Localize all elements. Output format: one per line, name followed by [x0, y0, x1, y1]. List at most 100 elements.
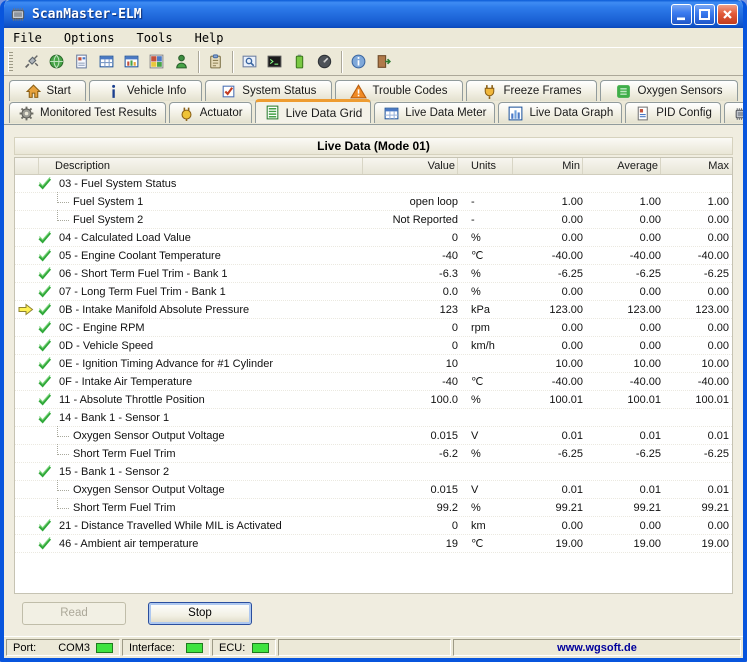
- toolbar-gripper[interactable]: [8, 52, 13, 72]
- row-min: 0.00: [513, 232, 583, 244]
- check-icon: [36, 266, 53, 281]
- toolbar-globe-button[interactable]: [44, 49, 69, 74]
- table-row[interactable]: 11 - Absolute Throttle Position 100.0 % …: [15, 391, 732, 409]
- tab-monitored-test-results[interactable]: Monitored Test Results: [9, 102, 166, 123]
- col-max[interactable]: Max: [661, 158, 732, 174]
- terminal-icon: [266, 53, 283, 70]
- row-value: 100.0: [363, 394, 458, 406]
- table-row[interactable]: Oxygen Sensor Output Voltage 0.015 V 0.0…: [15, 427, 732, 445]
- toolbar-info-button[interactable]: [346, 49, 371, 74]
- toolbar-app-colors-button[interactable]: [144, 49, 169, 74]
- report-icon: [73, 53, 90, 70]
- col-value[interactable]: Value: [363, 158, 458, 174]
- live-meter-icon: [383, 105, 400, 122]
- row-min: -6.25: [513, 448, 583, 460]
- tab-oxygen-sensors[interactable]: Oxygen Sensors: [600, 80, 738, 101]
- toolbar-report-button[interactable]: [69, 49, 94, 74]
- menu-tools[interactable]: Tools: [133, 30, 175, 46]
- table-row[interactable]: 0E - Ignition Timing Advance for #1 Cyli…: [15, 355, 732, 373]
- row-units: km/h: [458, 340, 513, 352]
- table-row[interactable]: 21 - Distance Travelled While MIL is Act…: [15, 517, 732, 535]
- row-description: 21 - Distance Travelled While MIL is Act…: [59, 520, 282, 532]
- tab-freeze-frames[interactable]: Freeze Frames: [466, 80, 597, 101]
- tab-live-data-grid[interactable]: Live Data Grid: [255, 99, 372, 123]
- table-row[interactable]: Fuel System 2 Not Reported - 0.00 0.00 0…: [15, 211, 732, 229]
- title-bar: ScanMaster-ELM: [4, 0, 743, 28]
- toolbar-chart-button[interactable]: [119, 49, 144, 74]
- row-units: -: [458, 214, 513, 226]
- tab-bar: Start Vehicle Info System Status Trouble…: [4, 76, 743, 124]
- table-row[interactable]: Fuel System 1 open loop - 1.00 1.00 1.00: [15, 193, 732, 211]
- tab-start[interactable]: Start: [9, 80, 86, 101]
- table-row[interactable]: 0F - Intake Air Temperature -40 ℃ -40.00…: [15, 373, 732, 391]
- toolbar-data-table-button[interactable]: [94, 49, 119, 74]
- menu-options[interactable]: Options: [61, 30, 118, 46]
- table-row[interactable]: 15 - Bank 1 - Sensor 2: [15, 463, 732, 481]
- table-row[interactable]: Short Term Fuel Trim -6.2 % -6.25 -6.25 …: [15, 445, 732, 463]
- table-row[interactable]: 06 - Short Term Fuel Trim - Bank 1 -6.3 …: [15, 265, 732, 283]
- table-row[interactable]: 14 - Bank 1 - Sensor 1: [15, 409, 732, 427]
- row-description: Oxygen Sensor Output Voltage: [73, 484, 225, 496]
- row-max: 19.00: [661, 538, 732, 550]
- toolbar-connect-button[interactable]: [19, 49, 44, 74]
- freeze-frames-icon: [481, 83, 498, 100]
- row-min: 0.00: [513, 286, 583, 298]
- check-icon: [36, 176, 53, 191]
- table-row[interactable]: 04 - Calculated Load Value 0 % 0.00 0.00…: [15, 229, 732, 247]
- minimize-button[interactable]: [671, 4, 692, 25]
- row-average: -40.00: [583, 250, 661, 262]
- tab-trouble-codes[interactable]: Trouble Codes: [335, 80, 463, 101]
- table-row[interactable]: 46 - Ambient air temperature 19 ℃ 19.00 …: [15, 535, 732, 553]
- toolbar-search-button[interactable]: [237, 49, 262, 74]
- check-icon: [36, 338, 53, 353]
- row-value: 0.015: [363, 430, 458, 442]
- row-min: 0.00: [513, 322, 583, 334]
- tree-connector-icon: [57, 426, 69, 437]
- table-row[interactable]: Short Term Fuel Trim 99.2 % 99.21 99.21 …: [15, 499, 732, 517]
- table-row[interactable]: 0C - Engine RPM 0 rpm 0.00 0.00 0.00: [15, 319, 732, 337]
- row-max: 0.00: [661, 286, 732, 298]
- toolbar-terminal-button[interactable]: [262, 49, 287, 74]
- stop-button[interactable]: Stop: [148, 602, 252, 625]
- col-min[interactable]: Min: [513, 158, 583, 174]
- menu-help[interactable]: Help: [192, 30, 227, 46]
- toolbar-battery-button[interactable]: [287, 49, 312, 74]
- row-average: -6.25: [583, 268, 661, 280]
- toolbar-user-button[interactable]: [169, 49, 194, 74]
- toolbar-clipboard-button[interactable]: [203, 49, 228, 74]
- close-button[interactable]: [717, 4, 738, 25]
- table-row[interactable]: 0D - Vehicle Speed 0 km/h 0.00 0.00 0.00: [15, 337, 732, 355]
- row-max: 0.00: [661, 322, 732, 334]
- tab-live-data-graph[interactable]: Live Data Graph: [498, 102, 622, 123]
- row-max: 123.00: [661, 304, 732, 316]
- tab-pid-config[interactable]: PID Config: [625, 102, 721, 123]
- tab-live-data-meter[interactable]: Live Data Meter: [374, 102, 495, 123]
- row-average: 0.00: [583, 214, 661, 226]
- status-bar: Port: COM3 Interface: ECU: www.wgsoft.de: [4, 636, 743, 658]
- toolbar-exit-button[interactable]: [371, 49, 396, 74]
- toolbar-gauge-button[interactable]: [312, 49, 337, 74]
- check-icon: [36, 392, 53, 407]
- table-row[interactable]: 05 - Engine Coolant Temperature -40 ℃ -4…: [15, 247, 732, 265]
- check-icon: [36, 284, 53, 299]
- menu-file[interactable]: File: [10, 30, 45, 46]
- col-units[interactable]: Units: [458, 158, 513, 174]
- row-min: 10.00: [513, 358, 583, 370]
- col-description[interactable]: Description: [39, 158, 363, 174]
- table-row[interactable]: Oxygen Sensor Output Voltage 0.015 V 0.0…: [15, 481, 732, 499]
- row-max: 1.00: [661, 196, 732, 208]
- table-row[interactable]: 03 - Fuel System Status: [15, 175, 732, 193]
- tab-power[interactable]: Power: [724, 102, 747, 123]
- col-average[interactable]: Average: [583, 158, 661, 174]
- read-button[interactable]: Read: [22, 602, 126, 625]
- tab-system-status[interactable]: System Status: [205, 80, 332, 101]
- interface-led-indicator: [186, 643, 203, 653]
- table-row[interactable]: 0B - Intake Manifold Absolute Pressure 1…: [15, 301, 732, 319]
- tab-actuator[interactable]: Actuator: [169, 102, 252, 123]
- check-icon: [36, 230, 53, 245]
- row-min: -40.00: [513, 376, 583, 388]
- table-row[interactable]: 07 - Long Term Fuel Trim - Bank 1 0.0 % …: [15, 283, 732, 301]
- maximize-button[interactable]: [694, 4, 715, 25]
- tab-vehicle-info[interactable]: Vehicle Info: [89, 80, 201, 101]
- row-max: -40.00: [661, 376, 732, 388]
